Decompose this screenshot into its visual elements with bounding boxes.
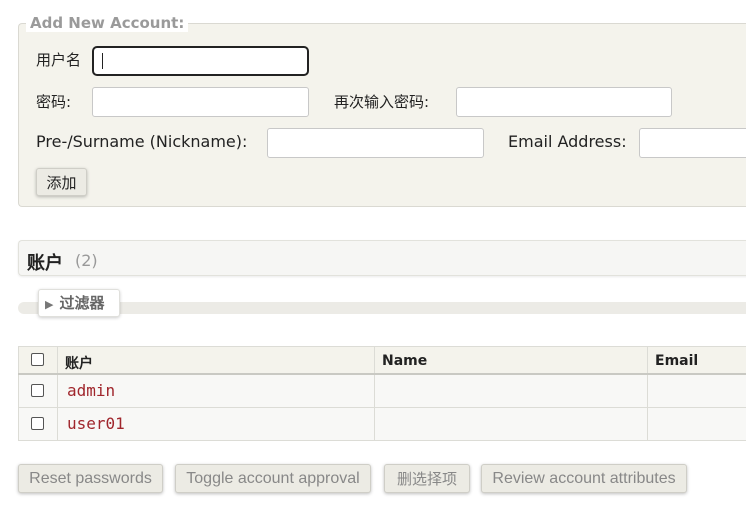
password-repeat-label: 再次输入密码: [334,93,430,111]
header-name-label: Name [382,353,428,369]
text-caret [102,53,103,69]
review-attributes-button[interactable]: Review account attributes [481,464,687,493]
add-account-button[interactable]: 添加 [36,168,87,196]
password-input[interactable] [92,87,309,117]
name-cell [374,408,647,440]
row-checkbox[interactable] [31,384,44,397]
header-account[interactable]: 账户 [57,347,374,373]
accounts-title: 账户 [27,253,63,274]
email-cell [647,375,746,407]
email-label: Email Address: [508,132,627,151]
account-cell: admin [57,375,374,407]
password-label: 密码: [36,93,72,111]
username-input[interactable] [92,46,309,76]
table-header-row: 账户 Name Email [18,346,746,375]
accounts-count: (2) [75,251,98,270]
add-account-legend: Add New Account: [26,14,189,32]
account-cell: user01 [57,408,374,440]
account-link[interactable]: admin [67,381,115,400]
filter-bar [18,302,746,314]
fullname-label: Pre-/Surname (Nickname): [36,132,248,151]
row-checkbox[interactable] [31,417,44,430]
filter-toggle[interactable]: ▶ 过滤器 [38,289,120,317]
email-input[interactable] [639,128,746,158]
username-label: 用户名 [36,51,82,69]
table-row: admin [18,375,746,408]
header-select-cell [18,347,57,373]
email-cell [647,408,746,440]
header-name[interactable]: Name [374,347,647,373]
row-select-cell [18,375,57,407]
header-email[interactable]: Email [647,347,746,373]
password-repeat-input[interactable] [456,87,672,117]
triangle-right-icon: ▶ [45,298,54,311]
delete-selected-button[interactable]: 删选择项 [384,464,470,493]
header-email-label: Email [655,353,699,369]
accounts-header: 账户 (2) [18,240,746,276]
row-select-cell [18,408,57,440]
filter-label: 过滤器 [59,294,105,312]
account-link[interactable]: user01 [67,414,125,433]
name-cell [374,375,647,407]
header-account-label: 账户 [65,356,93,372]
select-all-checkbox[interactable] [31,353,44,366]
fullname-input[interactable] [267,128,484,158]
reset-passwords-button[interactable]: Reset passwords [18,464,163,493]
toggle-approval-button[interactable]: Toggle account approval [175,464,371,493]
table-row: user01 [18,408,746,441]
